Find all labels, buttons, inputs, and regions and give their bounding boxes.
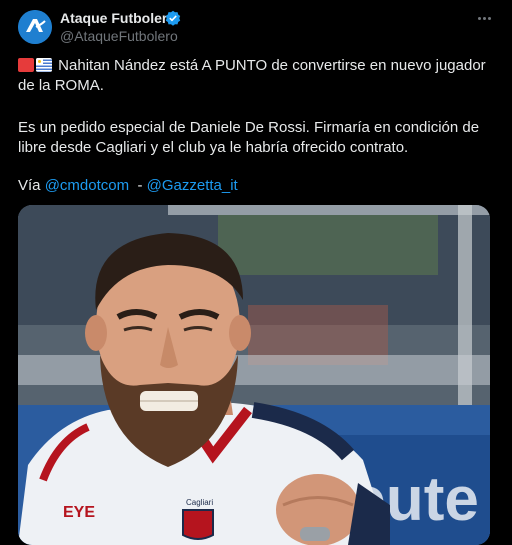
tweet-card[interactable]: Ataque Futbolero @AtaqueFutbolero Nahita… xyxy=(0,0,512,545)
more-options-icon[interactable] xyxy=(474,8,494,28)
via-prefix: Vía xyxy=(18,177,45,194)
avatar-logo-icon xyxy=(18,10,52,44)
tweet-text-line1: Nahitan Nández está A PUNTO de convertir… xyxy=(18,57,486,94)
tweet-text-via: Vía @cmdotcom - @Gazzetta_it xyxy=(18,176,498,196)
kit-text: Cagliari xyxy=(186,498,213,507)
author-name[interactable]: Ataque Futbolero xyxy=(60,10,176,26)
via-separator: - xyxy=(129,177,147,194)
avatar[interactable] xyxy=(18,10,52,44)
tweet-text-paragraph-2: Es un pedido especial de Daniele De Ross… xyxy=(18,119,480,156)
author-handle[interactable]: @AtaqueFutbolero xyxy=(60,28,178,44)
mention-gazzetta-link[interactable]: @Gazzetta_it xyxy=(147,177,238,194)
mention-cmdotcom-link[interactable]: @cmdotcom xyxy=(45,177,129,194)
player-photo-illustration: oute Cagliari EYE xyxy=(18,205,490,545)
svg-text:EYE: EYE xyxy=(63,504,95,521)
tweet-text-paragraph-1: Nahitan Nández está A PUNTO de convertir… xyxy=(18,56,498,96)
red-flag-icon xyxy=(18,58,34,72)
verified-badge-icon xyxy=(165,10,181,26)
tweet-media-photo[interactable]: oute Cagliari EYE xyxy=(18,205,490,545)
uruguay-flag-icon xyxy=(36,58,52,72)
